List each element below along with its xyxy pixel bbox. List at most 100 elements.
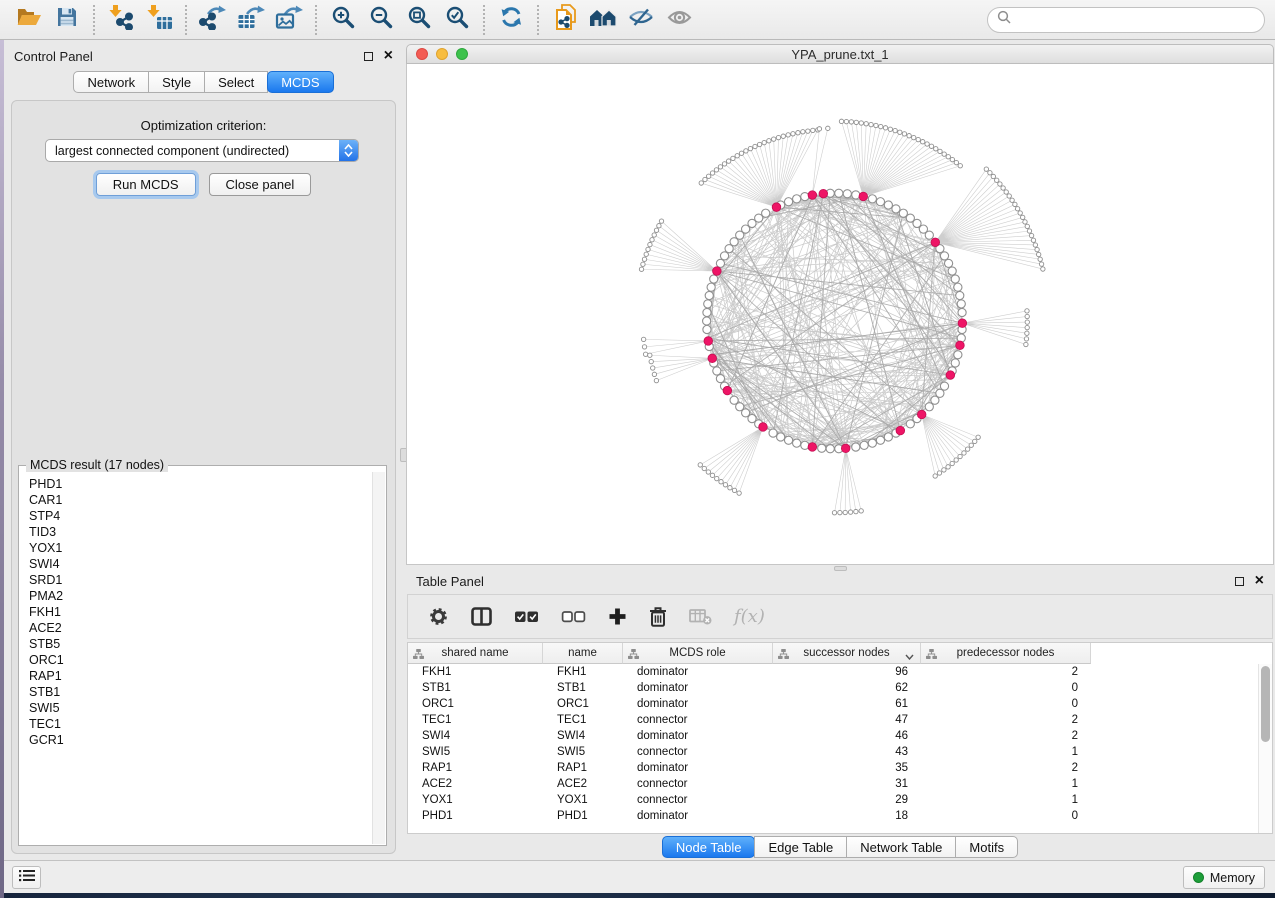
- table-cell[interactable]: dominator: [623, 696, 773, 712]
- mcds-node-item[interactable]: ACE2: [29, 620, 372, 636]
- mcds-node-item[interactable]: STB5: [29, 636, 372, 652]
- table-cell[interactable]: YOX1: [543, 792, 623, 808]
- table-cell[interactable]: FKH1: [543, 664, 623, 680]
- table-row[interactable]: SWI5SWI5connector431: [408, 744, 1272, 760]
- tab-edge-table[interactable]: Edge Table: [754, 836, 847, 858]
- add-row-icon[interactable]: [608, 607, 627, 626]
- home-button[interactable]: [584, 3, 622, 37]
- save-button[interactable]: [48, 3, 86, 37]
- tab-select[interactable]: Select: [204, 71, 268, 93]
- settings-gear-icon[interactable]: [428, 606, 449, 627]
- table-cell[interactable]: 2: [921, 712, 1091, 728]
- mcds-node-item[interactable]: YOX1: [29, 540, 372, 556]
- table-scrollbar[interactable]: [1258, 664, 1272, 833]
- network-canvas[interactable]: [406, 64, 1274, 565]
- minimize-window-icon[interactable]: [436, 48, 448, 60]
- table-cell[interactable]: 2: [921, 760, 1091, 776]
- search-input[interactable]: [987, 7, 1265, 33]
- close-panel-button[interactable]: Close panel: [209, 173, 312, 196]
- mcds-node-item[interactable]: GCR1: [29, 732, 372, 748]
- table-cell[interactable]: 31: [773, 776, 921, 792]
- mcds-node-item[interactable]: FKH1: [29, 604, 372, 620]
- mcds-node-item[interactable]: TEC1: [29, 716, 372, 732]
- panel-menu-button[interactable]: [12, 866, 41, 889]
- share-document-button[interactable]: [546, 3, 584, 37]
- table-cell[interactable]: ORC1: [408, 696, 543, 712]
- mcds-list-scrollbar[interactable]: [372, 472, 385, 844]
- table-cell[interactable]: 0: [921, 808, 1091, 824]
- refresh-button[interactable]: [492, 3, 530, 37]
- table-cell[interactable]: 61: [773, 696, 921, 712]
- close-panel-icon[interactable]: ×: [1255, 576, 1264, 586]
- table-cell[interactable]: STB1: [543, 680, 623, 696]
- table-row[interactable]: TEC1TEC1connector472: [408, 712, 1272, 728]
- zoom-fit-button[interactable]: [400, 3, 438, 37]
- table-cell[interactable]: 47: [773, 712, 921, 728]
- mcds-node-item[interactable]: PHD1: [29, 476, 372, 492]
- table-row[interactable]: ACE2ACE2connector311: [408, 776, 1272, 792]
- mcds-node-item[interactable]: SWI5: [29, 700, 372, 716]
- table-cell[interactable]: 2: [921, 728, 1091, 744]
- table-cell[interactable]: 62: [773, 680, 921, 696]
- export-image-button[interactable]: [270, 3, 308, 37]
- maximize-window-icon[interactable]: [456, 48, 468, 60]
- export-table-button[interactable]: [232, 3, 270, 37]
- table-cell[interactable]: ACE2: [543, 776, 623, 792]
- table-cell[interactable]: ACE2: [408, 776, 543, 792]
- mcds-result-list[interactable]: PHD1CAR1STP4TID3YOX1SWI4SRD1PMA2FKH1ACE2…: [20, 472, 372, 844]
- table-cell[interactable]: connector: [623, 776, 773, 792]
- mcds-node-item[interactable]: CAR1: [29, 492, 372, 508]
- table-body[interactable]: FKH1FKH1dominator962STB1STB1dominator620…: [408, 664, 1272, 824]
- table-cell[interactable]: 43: [773, 744, 921, 760]
- table-cell[interactable]: SWI5: [543, 744, 623, 760]
- tab-style[interactable]: Style: [148, 71, 205, 93]
- table-cell[interactable]: dominator: [623, 728, 773, 744]
- table-cell[interactable]: dominator: [623, 760, 773, 776]
- mcds-node-item[interactable]: STP4: [29, 508, 372, 524]
- table-row[interactable]: RAP1RAP1dominator352: [408, 760, 1272, 776]
- memory-button[interactable]: Memory: [1183, 866, 1265, 889]
- network-window-titlebar[interactable]: YPA_prune.txt_1: [406, 44, 1274, 64]
- show-columns-icon[interactable]: [471, 607, 492, 626]
- mcds-node-item[interactable]: ORC1: [29, 652, 372, 668]
- tab-network[interactable]: Network: [73, 71, 149, 93]
- column-header-mcds-role[interactable]: MCDS role: [623, 643, 773, 664]
- tab-motifs[interactable]: Motifs: [955, 836, 1018, 858]
- splitter-grabber[interactable]: [834, 566, 847, 571]
- table-cell[interactable]: dominator: [623, 808, 773, 824]
- table-row[interactable]: STB1STB1dominator620: [408, 680, 1272, 696]
- column-header-shared-name[interactable]: shared name: [408, 643, 543, 664]
- mcds-node-item[interactable]: SRD1: [29, 572, 372, 588]
- table-row[interactable]: YOX1YOX1connector291: [408, 792, 1272, 808]
- table-cell[interactable]: 0: [921, 680, 1091, 696]
- table-cell[interactable]: connector: [623, 792, 773, 808]
- show-details-button[interactable]: [660, 3, 698, 37]
- float-panel-icon[interactable]: [1235, 577, 1244, 586]
- zoom-out-button[interactable]: [362, 3, 400, 37]
- table-cell[interactable]: 1: [921, 792, 1091, 808]
- run-mcds-button[interactable]: Run MCDS: [96, 173, 196, 196]
- table-cell[interactable]: PHD1: [543, 808, 623, 824]
- table-cell[interactable]: FKH1: [408, 664, 543, 680]
- import-table-button[interactable]: [140, 3, 178, 37]
- mcds-node-item[interactable]: TID3: [29, 524, 372, 540]
- table-cell[interactable]: SWI4: [408, 728, 543, 744]
- table-cell[interactable]: dominator: [623, 680, 773, 696]
- table-cell[interactable]: SWI5: [408, 744, 543, 760]
- table-cell[interactable]: SWI4: [543, 728, 623, 744]
- table-cell[interactable]: 2: [921, 664, 1091, 680]
- table-cell[interactable]: TEC1: [408, 712, 543, 728]
- zoom-selected-button[interactable]: [438, 3, 476, 37]
- delete-row-icon[interactable]: [649, 606, 667, 627]
- table-cell[interactable]: 46: [773, 728, 921, 744]
- tab-node-table[interactable]: Node Table: [662, 836, 756, 858]
- table-cell[interactable]: connector: [623, 712, 773, 728]
- column-header-name[interactable]: name: [543, 643, 623, 664]
- table-cell[interactable]: 1: [921, 744, 1091, 760]
- table-row[interactable]: SWI4SWI4dominator462: [408, 728, 1272, 744]
- table-cell[interactable]: 96: [773, 664, 921, 680]
- mcds-node-item[interactable]: RAP1: [29, 668, 372, 684]
- unselect-all-icon[interactable]: [561, 610, 586, 624]
- float-panel-icon[interactable]: [364, 52, 373, 61]
- table-cell[interactable]: YOX1: [408, 792, 543, 808]
